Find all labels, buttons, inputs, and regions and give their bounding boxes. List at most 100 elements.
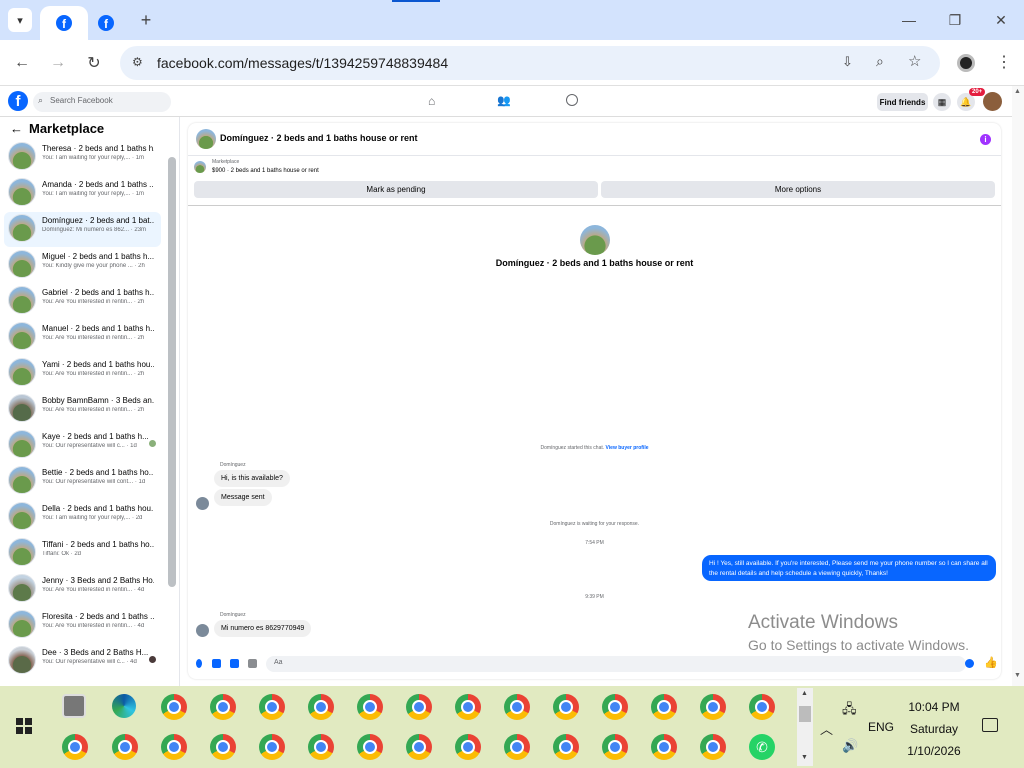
conversation-item[interactable]: Amanda · 2 beds and 1 baths ... You: I am…	[4, 176, 161, 211]
install-app-icon[interactable]: ⇩	[842, 54, 853, 70]
network-icon[interactable]: 🖧	[842, 700, 857, 722]
mark-pending-button[interactable]: Mark as pending	[194, 181, 598, 198]
chrome-icon[interactable]	[161, 734, 187, 760]
chrome-icon[interactable]	[455, 694, 481, 720]
scroll-down-icon[interactable]: ▼	[801, 754, 808, 761]
microphone-icon[interactable]	[196, 659, 202, 668]
chrome-icon[interactable]	[308, 694, 334, 720]
notification-center-icon[interactable]	[982, 718, 998, 732]
chrome-icon[interactable]	[455, 734, 481, 760]
chrome-icon[interactable]	[504, 734, 530, 760]
chrome-icon[interactable]	[62, 734, 88, 760]
profile-name: Domínguez · 2 beds and 1 baths house or …	[495, 258, 694, 268]
zoom-icon[interactable]: ⌕	[876, 53, 884, 70]
menu-grid-icon[interactable]: ▦	[933, 93, 951, 111]
chrome-icon[interactable]	[357, 734, 383, 760]
scroll-up-icon[interactable]: ▲	[801, 690, 808, 697]
address-bar[interactable]: ⚙ facebook.com/messages/t/13942597488394…	[120, 46, 940, 80]
chrome-icon[interactable]	[651, 734, 677, 760]
back-arrow-icon[interactable]: ←	[10, 121, 23, 136]
gif-icon[interactable]	[248, 659, 257, 668]
photo-icon[interactable]	[212, 659, 221, 668]
chrome-icon[interactable]	[406, 734, 432, 760]
chrome-icon[interactable]	[749, 694, 775, 720]
app-launcher-icon[interactable]	[62, 694, 86, 718]
emoji-icon[interactable]	[965, 659, 974, 668]
edge-browser-icon[interactable]	[112, 694, 136, 718]
chevron-up-icon[interactable]: ︿	[820, 719, 833, 738]
view-buyer-profile-link[interactable]: View buyer profile	[606, 445, 649, 451]
scroll-down-icon[interactable]: ▼	[1014, 672, 1021, 679]
chrome-icon[interactable]	[553, 734, 579, 760]
profile-avatar-large[interactable]	[580, 225, 610, 255]
whatsapp-icon[interactable]: ✆	[749, 734, 775, 760]
info-icon[interactable]: i	[980, 134, 991, 145]
conversation-item[interactable]: Yami · 2 beds and 1 baths hou... You: Are…	[4, 356, 161, 391]
chrome-icon[interactable]	[553, 694, 579, 720]
facebook-search-input[interactable]: ⌕ Search Facebook	[33, 92, 171, 112]
system-clock[interactable]: 10:04 PM Saturday 1/10/2026	[880, 696, 988, 762]
thumbs-up-icon[interactable]: 👍	[984, 656, 998, 669]
scroll-up-icon[interactable]: ▲	[1014, 88, 1021, 95]
sticker-icon[interactable]	[230, 659, 239, 668]
conversation-item[interactable]: Miguel · 2 beds and 1 baths h... You: Kin…	[4, 248, 161, 283]
conversation-item[interactable]: Dee · 3 Beds and 2 Baths H... You: Our re…	[4, 644, 161, 679]
more-options-button[interactable]: More options	[601, 181, 995, 198]
back-arrow-icon[interactable]: ←	[10, 51, 34, 75]
profile-avatar[interactable]	[983, 92, 1002, 111]
conversation-item[interactable]: Bobby BamnBamn · 3 Beds an... You: Are Yo…	[4, 392, 161, 427]
chrome-icon[interactable]	[504, 694, 530, 720]
conversation-item[interactable]: Bettie · 2 beds and 1 baths ho... You: Ou…	[4, 464, 161, 499]
find-friends-button[interactable]: Find friends	[877, 93, 928, 111]
chrome-icon[interactable]	[259, 734, 285, 760]
windows-start-icon[interactable]	[16, 718, 32, 734]
facebook-logo-icon[interactable]: f	[8, 91, 28, 111]
tab-search-button[interactable]: ▾	[8, 8, 32, 32]
conversation-item[interactable]: Jenny · 3 Beds and 2 Baths Ho... You: Are…	[4, 572, 161, 607]
conversation-item-selected[interactable]: Domínguez · 2 beds and 1 bat... Domínguez…	[4, 212, 161, 247]
minimize-icon[interactable]: —	[899, 10, 919, 30]
home-icon[interactable]: ⌂	[428, 94, 435, 108]
scroll-thumb[interactable]	[799, 706, 811, 722]
tab-facebook-active[interactable]: f	[40, 6, 88, 40]
message-input[interactable]: Aa	[266, 656, 966, 672]
chrome-icon[interactable]	[602, 694, 628, 720]
conversation-item[interactable]: Della · 2 beds and 1 baths hou... You: I …	[4, 500, 161, 535]
sidebar-scrollbar[interactable]	[168, 157, 176, 587]
chrome-icon[interactable]	[406, 694, 432, 720]
chrome-icon[interactable]	[700, 694, 726, 720]
reload-icon[interactable]: ↻	[82, 51, 106, 75]
page-scrollbar[interactable]: ▲ ▼	[1012, 86, 1024, 686]
tab-facebook[interactable]: f	[90, 6, 122, 40]
new-tab-plus-icon[interactable]: +	[136, 10, 156, 30]
close-icon[interactable]: ✕	[991, 10, 1011, 30]
restore-icon[interactable]: ❐	[945, 10, 965, 30]
chrome-icon[interactable]	[308, 734, 334, 760]
extension-icon[interactable]	[957, 54, 975, 72]
chrome-icon[interactable]	[210, 694, 236, 720]
chrome-icon[interactable]	[112, 734, 138, 760]
chrome-icon[interactable]	[357, 694, 383, 720]
chrome-icon[interactable]	[161, 694, 187, 720]
chat-title[interactable]: Domínguez · 2 beds and 1 baths house or …	[220, 133, 418, 143]
conversation-item[interactable]: Manuel · 2 beds and 1 baths h... You: Are…	[4, 320, 161, 355]
conversation-item[interactable]: Gabriel · 2 beds and 1 baths h... You: Ar…	[4, 284, 161, 319]
bookmark-star-icon[interactable]: ☆	[908, 52, 921, 70]
chrome-icon[interactable]	[259, 694, 285, 720]
conversation-item[interactable]: Tiffani · 2 beds and 1 baths ho... Tiffan…	[4, 536, 161, 571]
chrome-icon[interactable]	[700, 734, 726, 760]
menu-kebab-icon[interactable]: ⋮	[996, 52, 1012, 72]
friends-icon[interactable]: 👥	[497, 94, 511, 107]
chrome-icon[interactable]	[602, 734, 628, 760]
forward-arrow-icon[interactable]: →	[46, 51, 70, 75]
conversation-item[interactable]: Kaye · 2 beds and 1 baths h... You: Our r…	[4, 428, 161, 463]
site-settings-icon[interactable]: ⚙	[132, 55, 143, 69]
volume-icon[interactable]: 🔊	[842, 738, 858, 754]
taskbar-scrollbar[interactable]: ▲ ▼	[797, 688, 813, 766]
groups-icon[interactable]	[566, 94, 578, 106]
chrome-icon[interactable]	[651, 694, 677, 720]
chrome-icon[interactable]	[210, 734, 236, 760]
conversation-item[interactable]: Floresita · 2 beds and 1 baths ... You: A…	[4, 608, 161, 643]
chat-avatar[interactable]	[196, 129, 216, 149]
conversation-item[interactable]: Theresa · 2 beds and 1 baths h... You: I …	[4, 140, 161, 175]
